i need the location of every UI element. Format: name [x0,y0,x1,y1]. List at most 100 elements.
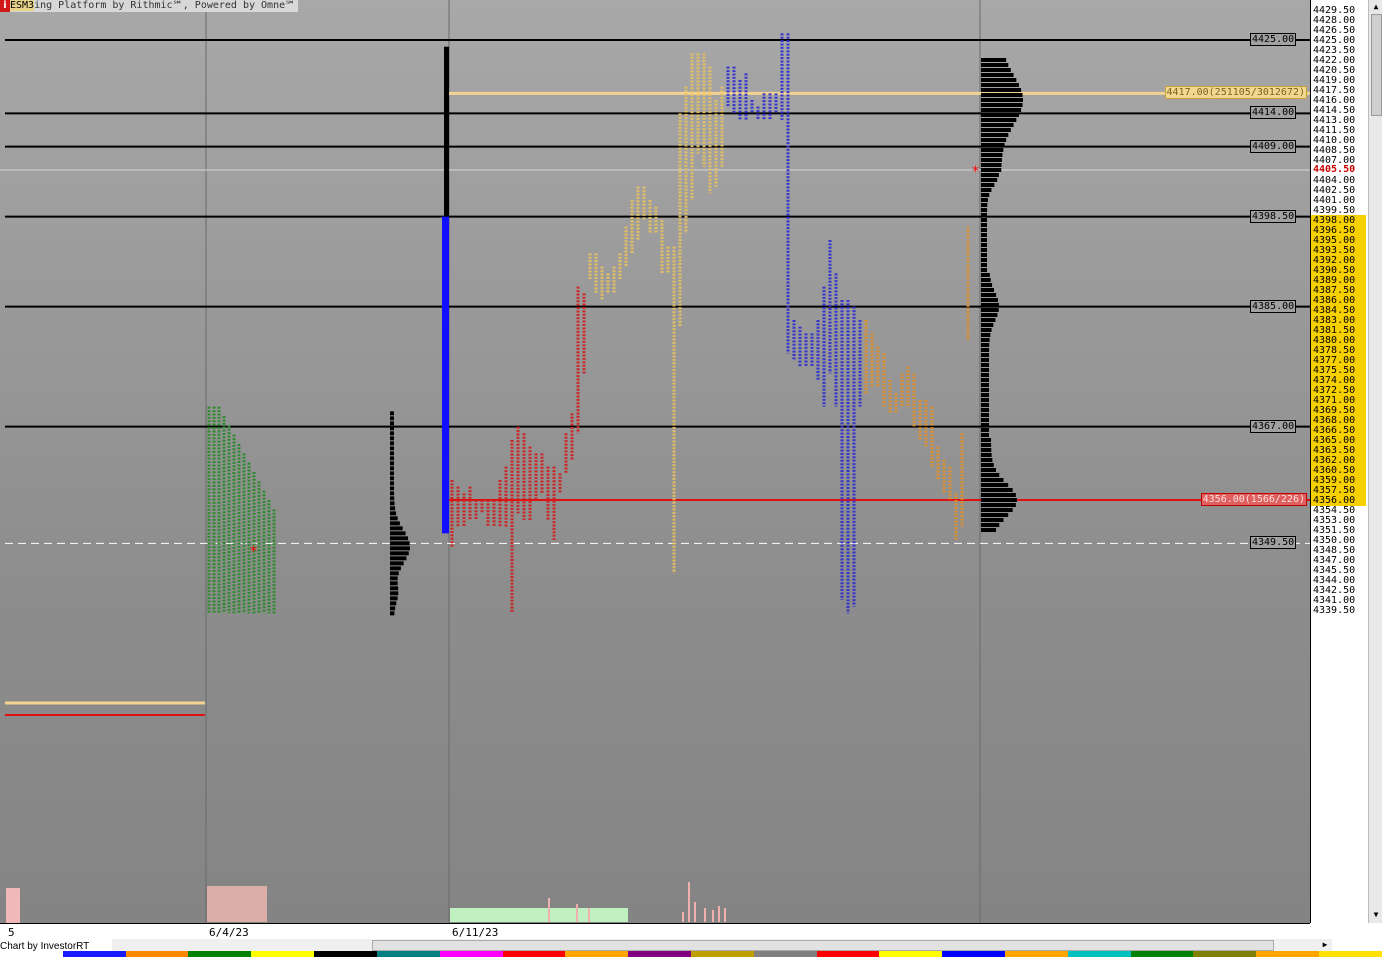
volume-bar [981,228,988,232]
horizontal-scrollbar[interactable]: ▶ [112,939,1332,951]
volume-bar-left [390,446,394,451]
volume-bar-left [390,486,395,491]
horizontal-scroll-thumb[interactable] [372,940,1274,951]
volume-bar [981,173,999,177]
volume-bar [981,358,990,362]
color-swatch [502,951,566,957]
volume-bar [981,378,989,382]
poc-label[interactable]: 4417.00(251105/3012672) [1164,86,1307,100]
volume-spike [724,908,726,922]
volume-bar [981,208,988,212]
volume-bar [981,498,1017,502]
volume-bar-left [390,471,395,476]
volume-bar [981,163,1002,167]
price-tick: 4339.50 [1313,605,1356,616]
window-title: i ESM3ing Platform by Rithmic℠, Powered b… [0,0,299,12]
level-label[interactable]: 4414.00 [1250,106,1297,120]
vertical-scroll-thumb[interactable] [1371,14,1382,116]
volume-bar [981,223,988,227]
volume-bar [981,118,1017,122]
volume-bar-left [390,431,394,436]
volume-bar [981,478,1004,482]
volume-bar [981,258,987,262]
range-bar-blue [442,216,449,534]
volume-bar [981,333,991,337]
volume-bar-left [390,551,409,556]
volume-bar-left [390,481,395,486]
volume-spike [704,908,706,922]
scroll-right-icon[interactable]: ▶ [1320,940,1330,950]
volume-bar-left [390,536,409,541]
market-profile-chart[interactable]: * * 4425.00 4414.00 4409.00 4398.50 4385.00 43… [0,0,1310,923]
level-label[interactable]: 4349.50 [1250,536,1297,550]
volume-bar [981,458,993,462]
volume-bar [981,323,994,327]
volume-bar [981,213,988,217]
volume-bar [981,148,1004,152]
volume-bar [981,293,997,297]
current-price-marker: * [972,164,979,180]
level-label[interactable]: 4385.00 [1250,299,1297,313]
volume-bar [981,283,993,287]
volume-bar [981,198,988,202]
volume-bar [981,363,990,367]
volume-bar-left [390,586,399,591]
level-label[interactable]: 4409.00 [1250,139,1297,153]
volume-bar-left [390,526,403,531]
color-swatch [690,951,754,957]
title-text: ing Platform by Rithmic℠, Powered by Omn… [34,0,296,11]
volume-bar [981,313,998,317]
volume-bar [981,248,987,252]
volume-bar [981,433,989,437]
volume-bar [981,268,987,272]
price-axis[interactable]: 4429.50 4428.00 4426.50 4425.00 4423.50 4422.… [1310,0,1368,923]
level-label[interactable]: 4425.00 [1250,33,1297,46]
color-swatch [816,951,880,957]
volume-bar [981,203,988,207]
scroll-down-icon[interactable]: ▼ [1371,910,1381,920]
color-swatch [628,951,691,957]
volume-bar-left [390,491,395,496]
volume-bar [981,373,990,377]
volume-bar-left [390,561,404,566]
volume-bar [981,158,1002,162]
level-label[interactable]: 4398.50 [1250,209,1297,223]
color-swatch [879,951,943,957]
volume-bar [981,83,1019,87]
color-swatch [251,951,315,957]
color-swatch [314,951,377,957]
chart-canvas: ** [0,0,1310,923]
volume-bar [981,298,998,302]
volume-bar [981,383,989,387]
volume-bar [981,398,989,402]
volume-bar-left [390,426,394,431]
volume-bar-left [390,556,407,561]
level-label[interactable]: 4367.00 [1250,419,1297,433]
volume-bar [981,253,987,257]
vertical-scrollbar[interactable]: ▲ ▼ [1368,0,1382,923]
color-swatch [1193,951,1257,957]
color-swatch [1256,951,1320,957]
volume-bar [981,123,1014,127]
volume-bar-left [390,456,394,461]
value-label[interactable]: 4356.00(1566/226) [1200,493,1307,506]
volume-bar [981,408,989,412]
color-swatch [1319,951,1382,957]
volume-bar-left [390,416,394,421]
volume-bar-left [390,421,394,426]
volume-bar [981,348,990,352]
volume-bar [981,128,1011,132]
volume-bar-left [390,606,396,611]
volume-bar-left [390,466,395,471]
volume-bar [981,473,1000,477]
volume-bar [981,73,1014,77]
volume-bar-left [390,611,395,616]
volume-bar [981,58,1007,62]
symbol-label[interactable]: ESM3 [10,0,35,11]
volume-block [450,908,628,922]
volume-bar-left [390,601,397,606]
volume-bar [981,288,994,292]
volume-bar [981,273,990,277]
scroll-up-icon[interactable]: ▲ [1371,2,1381,12]
app-info-icon[interactable]: i [0,0,10,12]
